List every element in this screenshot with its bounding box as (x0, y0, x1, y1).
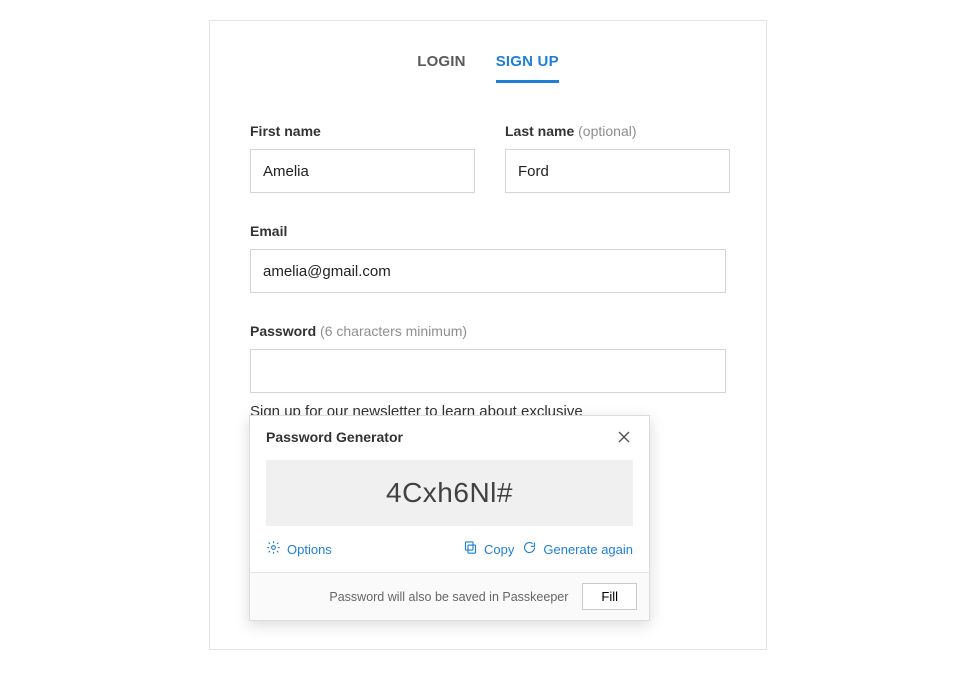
first-name-field: First name (250, 123, 475, 193)
first-name-input[interactable] (250, 149, 475, 193)
password-label-text: Password (250, 323, 316, 339)
pg-footer-note: Password will also be saved in Passkeepe… (329, 590, 568, 604)
password-field-wrap: Password (6 characters minimum) (250, 323, 726, 393)
password-generator-popup: Password Generator 4Cxh6Nl# Options (249, 415, 650, 621)
last-name-input[interactable] (505, 149, 730, 193)
close-icon[interactable] (615, 428, 633, 446)
email-input[interactable] (250, 249, 726, 293)
email-field-wrap: Email (250, 223, 726, 293)
email-label: Email (250, 223, 726, 239)
tab-login[interactable]: LOGIN (417, 53, 466, 83)
gear-icon (266, 540, 281, 558)
pg-actions: Options Copy Generate again (250, 540, 649, 572)
generate-again-label: Generate again (543, 542, 633, 557)
refresh-icon (522, 540, 537, 558)
pg-header: Password Generator (250, 416, 649, 454)
copy-button[interactable]: Copy (463, 540, 514, 558)
last-name-label-text: Last name (505, 123, 574, 139)
first-name-label: First name (250, 123, 475, 139)
options-label: Options (287, 542, 332, 557)
copy-icon (463, 540, 478, 558)
password-label: Password (6 characters minimum) (250, 323, 726, 339)
copy-label: Copy (484, 542, 514, 557)
last-name-field: Last name (optional) (505, 123, 730, 193)
last-name-hint: (optional) (578, 123, 636, 139)
generated-password: 4Cxh6Nl# (266, 460, 633, 526)
tab-signup[interactable]: SIGN UP (496, 53, 559, 83)
pg-footer: Password will also be saved in Passkeepe… (250, 572, 649, 620)
password-hint: (6 characters minimum) (320, 323, 467, 339)
generate-again-button[interactable]: Generate again (522, 540, 633, 558)
password-input[interactable] (250, 349, 726, 393)
auth-tabs: LOGIN SIGN UP (250, 21, 726, 83)
options-button[interactable]: Options (266, 540, 332, 558)
fill-button[interactable]: Fill (582, 583, 637, 610)
pg-title: Password Generator (266, 429, 403, 445)
last-name-label: Last name (optional) (505, 123, 730, 139)
